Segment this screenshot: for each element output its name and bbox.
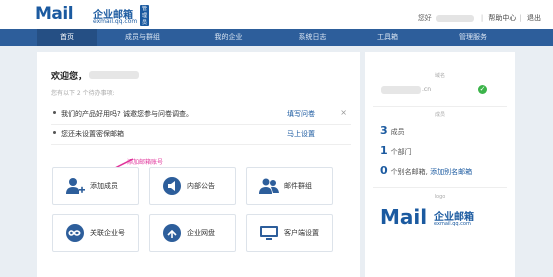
task-item: 您还未设置密保邮箱 马上设置 xyxy=(51,124,351,145)
user-area: 您好 | 帮助中心 | 退出 xyxy=(418,13,541,23)
bullet-icon xyxy=(53,131,56,134)
alias-unit: 个别名邮箱, xyxy=(390,168,428,176)
tile-label: 关联企业号 xyxy=(90,229,125,237)
domain-suffix: .cn xyxy=(422,86,432,93)
bullet-icon xyxy=(53,111,56,114)
divider xyxy=(373,187,507,188)
logo-caption: logo xyxy=(434,194,446,200)
top-header: Mail 企业邮箱 exmail.qq.com 管理员 您好 | 帮助中心 | 退出 xyxy=(0,0,553,29)
tile-link-company[interactable]: 关联企业号 xyxy=(52,214,139,252)
alias-count: 0 xyxy=(380,164,388,177)
nav-home[interactable]: 首页 xyxy=(37,29,97,46)
tile-label: 邮件群组 xyxy=(284,182,312,190)
divider xyxy=(373,106,507,107)
side-logo-mail-text: Mail xyxy=(380,205,428,229)
nav-management[interactable]: 管理服务 xyxy=(438,29,508,46)
logout-link[interactable]: 退出 xyxy=(527,14,541,22)
side-logo-sub-text: exmail.qq.com xyxy=(434,221,471,227)
add-alias-link[interactable]: 添加别名邮箱 xyxy=(430,168,472,176)
add-user-icon xyxy=(66,178,85,194)
cloud-icon xyxy=(163,224,181,242)
tile-label: 客户端设置 xyxy=(284,229,319,237)
task-action-link[interactable]: 填写问卷 xyxy=(287,109,315,119)
task-item: 我们的产品好用吗? 诚邀您参与问卷调查。 填写问卷 × xyxy=(51,104,351,125)
main-nav: 首页 成员与群组 我的企业 系统日志 工具箱 管理服务 xyxy=(0,29,553,46)
domain-redacted xyxy=(381,86,421,94)
announcement-icon xyxy=(163,177,181,195)
group-icon xyxy=(259,178,279,194)
domain-caption: 域名 xyxy=(434,73,445,79)
help-center-link[interactable]: 帮助中心 xyxy=(488,14,516,22)
nav-my-company[interactable]: 我的企业 xyxy=(196,29,261,46)
logo-sub-text: exmail.qq.com xyxy=(93,18,138,25)
dept-count: 1 xyxy=(380,144,388,157)
nav-system-log[interactable]: 系统日志 xyxy=(280,29,345,46)
tile-add-member[interactable]: 添加成员 xyxy=(52,167,139,205)
members-caption: 成员 xyxy=(434,112,445,118)
link-icon xyxy=(66,224,84,242)
user-name-redacted xyxy=(435,14,474,22)
tile-label: 添加成员 xyxy=(90,182,118,190)
task-text: 我们的产品好用吗? 诚邀您参与问卷调查。 xyxy=(61,110,193,118)
dept-unit: 个部门 xyxy=(390,148,412,156)
logo-mail-text: Mail xyxy=(35,4,74,24)
company-logo[interactable]: Mail 企业邮箱 exmail.qq.com xyxy=(380,203,500,233)
admin-badge: 管理员 xyxy=(140,5,150,26)
todo-hint: 您有以下 2 个待办事项: xyxy=(51,90,115,97)
tile-announcement[interactable]: 内部公告 xyxy=(149,167,236,205)
tile-label: 企业网盘 xyxy=(187,229,215,237)
main-panel: 欢迎您， 您有以下 2 个待办事项: 我们的产品好用吗? 诚邀您参与问卷调查。 … xyxy=(37,52,360,277)
user-greeting: 您好 xyxy=(417,14,432,22)
welcome-title: 欢迎您， xyxy=(51,72,88,82)
tile-netdisk[interactable]: 企业网盘 xyxy=(149,214,236,252)
alias-stat: 0 个别名邮箱, 添加别名邮箱 xyxy=(380,164,472,177)
tile-label: 内部公告 xyxy=(187,182,215,190)
task-action-link[interactable]: 马上设置 xyxy=(287,129,315,139)
annotation-text: 添加邮箱账号 xyxy=(127,159,164,166)
close-icon[interactable]: × xyxy=(340,108,347,117)
side-panel: 域名 .cn ✓ 成员 3 成员 1 个部门 0 个别名邮箱, 添加别名邮箱 logo… xyxy=(365,52,515,277)
nav-toolbox[interactable]: 工具箱 xyxy=(355,29,420,46)
header-separator: | xyxy=(480,14,484,22)
members-stat[interactable]: 3 成员 xyxy=(380,124,405,137)
welcome-user-redacted xyxy=(89,71,139,79)
tile-mail-group[interactable]: 邮件群组 xyxy=(246,167,333,205)
task-text: 您还未设置密保邮箱 xyxy=(61,130,124,138)
client-icon xyxy=(260,226,278,240)
header-separator: | xyxy=(519,14,522,22)
check-icon: ✓ xyxy=(478,85,487,94)
members-unit: 成员 xyxy=(390,128,405,136)
members-count: 3 xyxy=(380,124,388,137)
tile-client-settings[interactable]: 客户端设置 xyxy=(246,214,333,252)
dept-stat[interactable]: 1 个部门 xyxy=(380,144,412,157)
nav-members[interactable]: 成员与群组 xyxy=(110,29,175,46)
